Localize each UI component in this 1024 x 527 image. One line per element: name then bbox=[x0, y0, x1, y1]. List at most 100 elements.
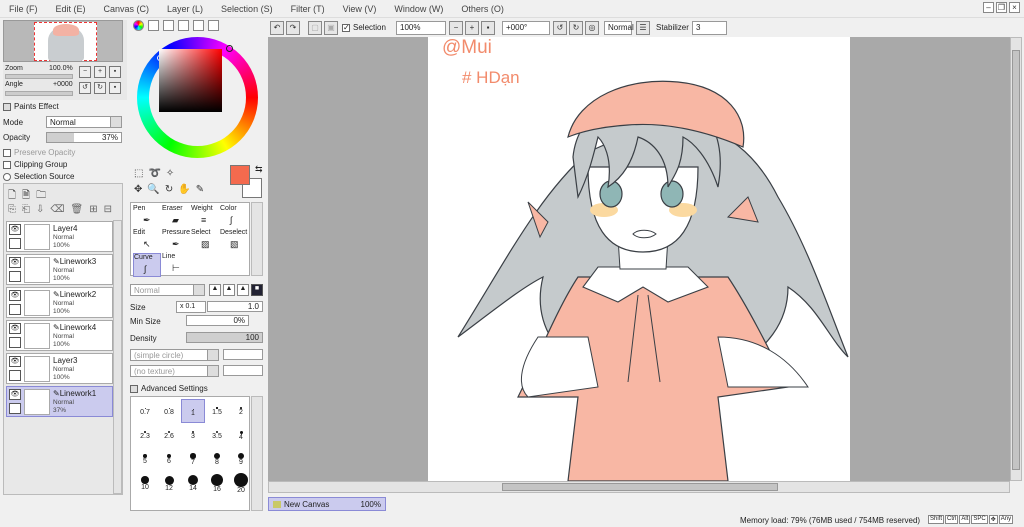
brush-size-cell[interactable]: 2.3 bbox=[133, 423, 157, 447]
close-icon[interactable]: × bbox=[1009, 2, 1020, 13]
restore-icon[interactable]: ❐ bbox=[996, 2, 1007, 13]
eye-icon[interactable]: 👁 bbox=[9, 323, 21, 334]
texture-strength-field[interactable] bbox=[223, 365, 263, 376]
angle-slider[interactable] bbox=[5, 91, 73, 96]
palette-tab-icon[interactable] bbox=[208, 20, 219, 31]
new-linework-layer-icon[interactable]: 🗎 bbox=[22, 188, 30, 205]
undo-icon[interactable]: ↶ bbox=[270, 21, 284, 35]
zoom-select[interactable]: 100% bbox=[396, 21, 446, 35]
advanced-settings-toggle[interactable]: Advanced Settings bbox=[130, 384, 208, 393]
layer-row[interactable]: 👁 ✎Linework3 Normal 100% bbox=[6, 254, 113, 285]
rotation-select[interactable]: +000° bbox=[502, 21, 550, 35]
shape-strength-field[interactable] bbox=[223, 349, 263, 360]
brush-size-cell[interactable]: 1.5 bbox=[205, 399, 229, 423]
brush-size-cell[interactable]: 16 bbox=[205, 471, 229, 495]
menu-item-view[interactable]: View (V) bbox=[334, 4, 386, 14]
tool-line[interactable]: Line ⊢ bbox=[162, 253, 190, 277]
brush-blend-select[interactable]: Normal bbox=[130, 284, 205, 296]
eyedropper-icon[interactable]: ✎ bbox=[196, 184, 204, 195]
toolbar-zoom-reset-icon[interactable]: ▪ bbox=[481, 21, 495, 35]
menu-item-others[interactable]: Others (O) bbox=[452, 4, 513, 14]
rotate-right-icon[interactable]: ↻ bbox=[94, 82, 106, 94]
brush-size-cell[interactable]: 20 bbox=[229, 471, 253, 495]
brush-size-cell[interactable]: 7 bbox=[181, 447, 205, 471]
size-slider[interactable]: 1.0 bbox=[207, 301, 263, 312]
tool-edit[interactable]: Edit ↖ bbox=[133, 229, 161, 253]
layer-lock-icon[interactable] bbox=[9, 271, 21, 282]
magic-wand-icon[interactable]: ✧ bbox=[166, 168, 174, 179]
tool-color[interactable]: Color ∫ bbox=[220, 205, 248, 229]
toolbar-rotate-left-icon[interactable]: ↺ bbox=[553, 21, 567, 35]
rect-select-icon[interactable]: ⬚ bbox=[134, 168, 143, 179]
minimize-icon[interactable]: – bbox=[983, 2, 994, 13]
rotate-reset-icon[interactable]: ▪ bbox=[109, 82, 121, 94]
clear-layer-icon[interactable]: ⌫ bbox=[50, 204, 64, 215]
merge-visible-icon[interactable]: ⊞ bbox=[89, 204, 97, 215]
zoom-tool-icon[interactable]: 🔍 bbox=[147, 184, 159, 195]
zoom-in-icon[interactable]: + bbox=[94, 66, 106, 78]
paints-effect-header[interactable]: Paints Effect bbox=[3, 102, 59, 111]
canvas-horizontal-scrollbar[interactable] bbox=[268, 481, 1010, 493]
brush-size-cell[interactable]: 0.8 bbox=[157, 399, 181, 423]
tool-scrollbar[interactable] bbox=[251, 202, 263, 276]
tool-select[interactable]: Select ▨ bbox=[191, 229, 219, 253]
brush-size-cell[interactable]: 3.5 bbox=[205, 423, 229, 447]
swatches-tab-icon[interactable] bbox=[178, 20, 189, 31]
brush-size-cell[interactable]: 3 bbox=[181, 423, 205, 447]
merge-down-icon[interactable]: ⎗ bbox=[22, 204, 30, 215]
navigator-thumbnail[interactable] bbox=[3, 20, 123, 62]
selection-source-checkbox[interactable]: Selection Source bbox=[3, 172, 74, 181]
toolbar-rotate-right-icon[interactable]: ↻ bbox=[569, 21, 583, 35]
hand-icon[interactable]: ✋ bbox=[178, 184, 190, 195]
flat-edge-icon[interactable]: ■ bbox=[251, 284, 263, 296]
preserve-opacity-checkbox[interactable]: Preserve Opacity bbox=[3, 148, 75, 157]
menu-item-filter[interactable]: Filter (T) bbox=[282, 4, 334, 14]
eye-icon[interactable]: 👁 bbox=[9, 356, 21, 367]
tool-pen[interactable]: Pen ✒ bbox=[133, 205, 161, 229]
toolbar-zoom-in-icon[interactable]: + bbox=[465, 21, 479, 35]
density-slider[interactable]: 100 bbox=[186, 332, 263, 343]
brush-size-cell[interactable]: 1 bbox=[181, 399, 205, 423]
brush-size-cell[interactable]: 14 bbox=[181, 471, 205, 495]
mode-select[interactable]: Normal bbox=[46, 116, 122, 128]
brush-size-cell[interactable]: 12 bbox=[157, 471, 181, 495]
tool-eraser[interactable]: Eraser ▰ bbox=[162, 205, 190, 229]
zoom-slider[interactable] bbox=[5, 74, 73, 79]
brush-size-cell[interactable]: 0.7 bbox=[133, 399, 157, 423]
tool-deselect[interactable]: Deselect ▧ bbox=[220, 229, 248, 253]
hard-edge-icon[interactable]: ▲ bbox=[209, 284, 221, 296]
hsv-slider-tab-icon[interactable] bbox=[163, 20, 174, 31]
stabilizer-select[interactable]: 3 bbox=[692, 21, 727, 35]
rotate-left-icon[interactable]: ↺ bbox=[79, 82, 91, 94]
tool-weight[interactable]: Weight ≡ bbox=[191, 205, 219, 229]
view-blend-select[interactable]: Normal bbox=[604, 21, 634, 35]
menu-item-layer[interactable]: Layer (L) bbox=[158, 4, 212, 14]
transfer-icon[interactable]: ⇩ bbox=[36, 204, 44, 215]
brush-shape-select[interactable]: (simple circle) bbox=[130, 349, 219, 361]
invert-selection-icon[interactable]: ▣ bbox=[324, 21, 338, 35]
soft-edge-icon[interactable]: ▲ bbox=[237, 284, 249, 296]
vertical-scroll-thumb[interactable] bbox=[1012, 50, 1020, 470]
layer-row[interactable]: 👁 ✎Linework2 Normal 100% bbox=[6, 287, 113, 318]
layer-lock-icon[interactable] bbox=[9, 370, 21, 381]
opacity-slider[interactable]: 37% bbox=[46, 132, 122, 143]
brush-size-cell[interactable]: 8 bbox=[205, 447, 229, 471]
delete-layer-icon[interactable]: 🗑 bbox=[71, 204, 84, 215]
zoom-reset-icon[interactable]: ▪ bbox=[109, 66, 121, 78]
scratchpad-tab-icon[interactable] bbox=[193, 20, 204, 31]
menu-item-file[interactable]: File (F) bbox=[0, 4, 47, 14]
eye-icon[interactable]: 👁 bbox=[9, 389, 21, 400]
brush-size-cell[interactable]: 9 bbox=[229, 447, 253, 471]
redo-icon[interactable]: ↷ bbox=[286, 21, 300, 35]
brush-size-cell[interactable]: 10 bbox=[133, 471, 157, 495]
brush-size-scrollbar[interactable] bbox=[251, 396, 263, 511]
layer-scrollbar[interactable] bbox=[113, 220, 122, 494]
menu-item-edit[interactable]: Edit (E) bbox=[47, 4, 95, 14]
foreground-color-swatch[interactable] bbox=[230, 165, 250, 185]
menu-item-canvas[interactable]: Canvas (C) bbox=[95, 4, 159, 14]
eye-icon[interactable]: 👁 bbox=[9, 257, 21, 268]
layer-lock-icon[interactable] bbox=[9, 238, 21, 249]
deselect-icon[interactable]: ▢ bbox=[308, 21, 322, 35]
eye-icon[interactable]: 👁 bbox=[9, 290, 21, 301]
brush-size-cell[interactable]: 2.6 bbox=[157, 423, 181, 447]
